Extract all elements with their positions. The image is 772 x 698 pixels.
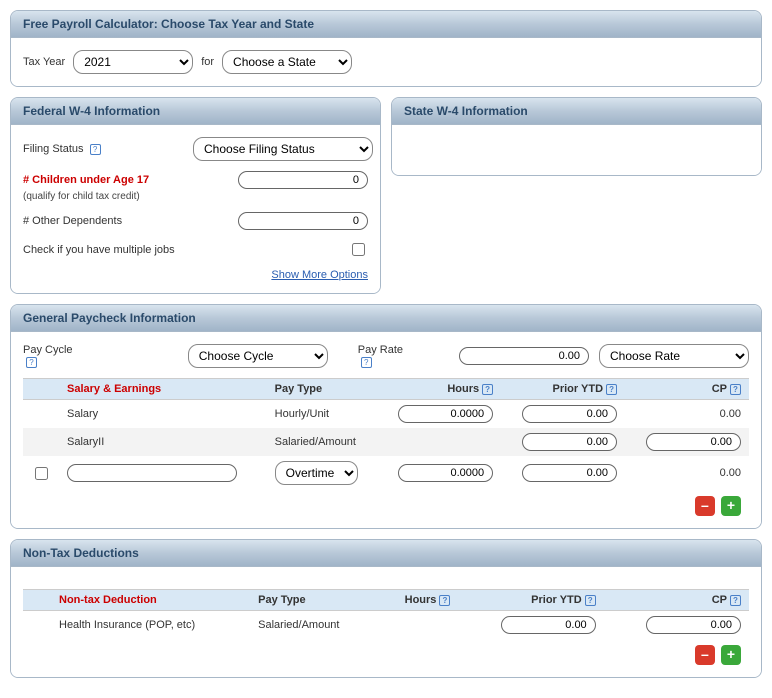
col-salary: Salary & Earnings	[59, 379, 267, 400]
earning-name: SalaryII	[59, 428, 267, 456]
for-label: for	[201, 56, 214, 68]
free-calculator-title: Free Payroll Calculator: Choose Tax Year…	[11, 11, 761, 38]
prior-ytd-input[interactable]	[522, 464, 617, 482]
earning-name: Salary	[59, 400, 267, 429]
state-select[interactable]: Choose a State	[222, 50, 352, 74]
nontax-title: Non-Tax Deductions	[11, 540, 761, 567]
federal-w4-title: Federal W-4 Information	[11, 98, 380, 125]
filing-status-label: Filing Status ?	[23, 143, 193, 155]
rate-type-select[interactable]: Choose Rate	[599, 344, 749, 368]
table-row: Health Insurance (POP, etc)Salaried/Amou…	[23, 611, 749, 640]
other-dep-label: # Other Dependents	[23, 215, 193, 227]
tax-year-label: Tax Year	[23, 56, 65, 68]
row-checkbox[interactable]	[35, 467, 48, 480]
add-row-button[interactable]: +	[721, 645, 741, 665]
children-sub: (qualify for child tax credit)	[23, 191, 193, 202]
pay-rate-label: Pay Rate ?	[358, 344, 409, 368]
children-label: # Children under Age 17	[23, 174, 193, 186]
state-w4-title: State W-4 Information	[392, 98, 761, 125]
add-row-button[interactable]: +	[721, 496, 741, 516]
prior-ytd-input[interactable]	[522, 433, 617, 451]
help-icon[interactable]: ?	[439, 595, 450, 606]
help-icon[interactable]: ?	[482, 384, 493, 395]
pay-cycle-select[interactable]: Choose Cycle	[188, 344, 328, 368]
help-icon[interactable]: ?	[606, 384, 617, 395]
general-paycheck-panel: General Paycheck Information Pay Cycle ?…	[10, 304, 762, 529]
help-icon[interactable]: ?	[361, 357, 372, 368]
cp-input[interactable]	[646, 433, 741, 451]
pay-rate-input[interactable]	[459, 347, 589, 365]
deduction-name: Health Insurance (POP, etc)	[51, 611, 250, 640]
remove-row-button[interactable]: –	[695, 645, 715, 665]
children-input[interactable]	[238, 171, 368, 189]
prior-ytd-input[interactable]	[501, 616, 596, 634]
state-w4-panel: State W-4 Information	[391, 97, 762, 176]
cp-input[interactable]	[646, 616, 741, 634]
table-row: SalaryHourly/Unit 0.00	[23, 400, 749, 429]
table-row: SalaryIISalaried/Amount	[23, 428, 749, 456]
col-hours: Hours?	[377, 379, 501, 400]
remove-row-button[interactable]: –	[695, 496, 715, 516]
show-more-link[interactable]: Show More Options	[271, 269, 368, 281]
prior-ytd-input[interactable]	[522, 405, 617, 423]
nontax-panel: Non-Tax Deductions Non-tax Deduction Pay…	[10, 539, 762, 678]
paytype-text: Hourly/Unit	[267, 400, 378, 429]
federal-w4-panel: Federal W-4 Information Filing Status ? …	[10, 97, 381, 294]
multi-jobs-checkbox[interactable]	[352, 243, 365, 256]
help-icon[interactable]: ?	[730, 595, 741, 606]
hours-input[interactable]	[398, 464, 493, 482]
help-icon[interactable]: ?	[730, 384, 741, 395]
paytype-text: Salaried/Amount	[267, 428, 378, 456]
paytype-text: Salaried/Amount	[250, 611, 377, 640]
earning-name-input[interactable]	[67, 464, 237, 482]
other-dep-input[interactable]	[238, 212, 368, 230]
help-icon[interactable]: ?	[585, 595, 596, 606]
col-paytype: Pay Type	[267, 379, 378, 400]
col-nontax-name: Non-tax Deduction	[51, 590, 250, 611]
cp-value: 0.00	[625, 456, 749, 490]
col-cp: CP?	[625, 379, 749, 400]
help-icon[interactable]: ?	[90, 144, 101, 155]
free-calculator-panel: Free Payroll Calculator: Choose Tax Year…	[10, 10, 762, 87]
nontax-table: Non-tax Deduction Pay Type Hours? Prior …	[23, 589, 749, 639]
filing-status-select[interactable]: Choose Filing Status	[193, 137, 373, 161]
col-nontax-cp: CP?	[604, 590, 749, 611]
hours-input[interactable]	[398, 405, 493, 423]
col-nontax-prior: Prior YTD?	[458, 590, 603, 611]
col-nontax-hours: Hours?	[378, 590, 459, 611]
cp-value: 0.00	[625, 400, 749, 429]
multi-jobs-label: Check if you have multiple jobs	[23, 244, 193, 256]
general-paycheck-title: General Paycheck Information	[11, 305, 761, 332]
col-nontax-paytype: Pay Type	[250, 590, 377, 611]
table-row: Overtime 0.00	[23, 456, 749, 490]
pay-cycle-label: Pay Cycle ?	[23, 344, 78, 368]
col-prior: Prior YTD?	[501, 379, 625, 400]
help-icon[interactable]: ?	[26, 357, 37, 368]
salary-earnings-table: Salary & Earnings Pay Type Hours? Prior …	[23, 378, 749, 490]
paytype-select[interactable]: Overtime	[275, 461, 358, 485]
tax-year-select[interactable]: 2021	[73, 50, 193, 74]
